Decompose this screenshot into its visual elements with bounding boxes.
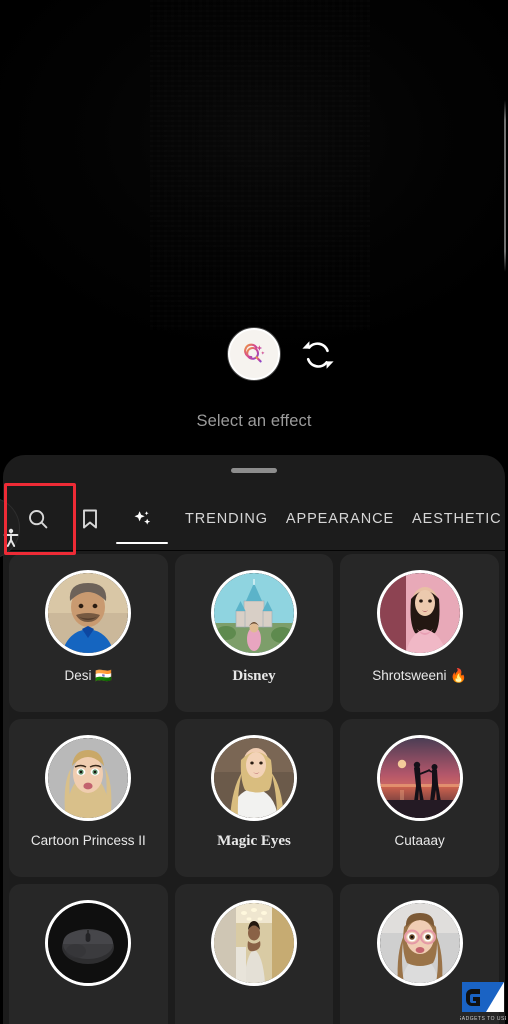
tab-aesthetic[interactable]: AESTHETIC: [403, 511, 505, 527]
tab-trending[interactable]: TRENDING: [176, 511, 277, 527]
effect-controls: [0, 328, 508, 388]
portrait-woman-pink: [379, 573, 460, 653]
flip-camera-button[interactable]: [298, 336, 338, 374]
effect-thumbnail: [376, 570, 463, 656]
cartoon-blonde-woman: [48, 738, 129, 818]
effect-thumbnail: [45, 735, 132, 821]
effect-card[interactable]: Desi 🇮🇳: [9, 554, 168, 712]
cartoon-girl-glasses: [379, 903, 460, 983]
effect-search-button[interactable]: [228, 328, 280, 380]
svg-text:GADGETS TO USE: GADGETS TO USE: [460, 1016, 506, 1022]
screen-edge-indicator: [504, 100, 506, 272]
watermark-logo: GADGETS TO USE: [458, 978, 506, 1022]
magic-search-icon: [244, 343, 265, 363]
sunset-couple-silhouette: [379, 738, 460, 818]
camera-effects-screen: Select an effect TRENDING APPEARANCE AES…: [0, 0, 508, 1024]
blonde-woman-white-top: [213, 738, 294, 818]
effect-card[interactable]: Cartoon Princess II: [9, 719, 168, 877]
tab-saved[interactable]: [64, 488, 116, 550]
portrait-man-blue-shirt: [48, 573, 129, 653]
effect-label: Shrotsweeni 🔥: [372, 668, 468, 683]
effects-bottom-sheet: TRENDING APPEARANCE AESTHETIC Desi 🇮🇳 Di…: [3, 455, 505, 1024]
effect-label: Magic Eyes: [217, 833, 291, 849]
bookmark-icon: [83, 509, 97, 529]
computer-mouse-dark: [48, 903, 129, 983]
effect-thumbnail: [210, 735, 297, 821]
sheet-drag-handle[interactable]: [231, 468, 277, 473]
viewfinder-noise: [150, 0, 370, 330]
effect-card[interactable]: Magic Eyes: [174, 719, 334, 877]
search-icon: [29, 510, 48, 529]
effect-thumbnail: [210, 900, 297, 986]
effect-card[interactable]: [9, 884, 168, 1024]
gadgetstouse-watermark-icon: GADGETS TO USE: [460, 982, 506, 1022]
accessibility-icon[interactable]: [2, 527, 20, 549]
effect-card[interactable]: Disney: [174, 554, 334, 712]
select-effect-hint: Select an effect: [196, 412, 312, 430]
refresh-arrows-icon: [302, 341, 334, 369]
sparkles-icon: [134, 511, 151, 525]
tab-appearance[interactable]: APPEARANCE: [277, 511, 403, 527]
effect-thumbnail: [376, 735, 463, 821]
effect-card[interactable]: Shrotsweeni 🔥: [340, 554, 499, 712]
effect-label: Cartoon Princess II: [30, 833, 146, 848]
effect-card[interactable]: [174, 884, 334, 1024]
effect-label: Desi 🇮🇳: [64, 668, 113, 683]
effect-label: Cutaaay: [394, 833, 445, 848]
tab-effects[interactable]: [116, 488, 168, 550]
effect-thumbnail: [45, 900, 132, 986]
effect-label: Disney: [232, 668, 276, 684]
accessibility-person-icon: [3, 528, 19, 547]
effects-tabbar: TRENDING APPEARANCE AESTHETIC: [3, 488, 505, 550]
effect-thumbnail: [376, 900, 463, 986]
effect-card[interactable]: Cutaaay: [340, 719, 499, 877]
effects-grid: Desi 🇮🇳 Disney Shrotsweeni 🔥 Cartoon Pri…: [3, 554, 505, 1024]
woman-gown-indoor: [213, 903, 294, 983]
castle-scene: [213, 573, 294, 653]
tabbar-divider: [3, 550, 505, 551]
effect-thumbnail: [210, 570, 297, 656]
effect-thumbnail: [45, 570, 132, 656]
